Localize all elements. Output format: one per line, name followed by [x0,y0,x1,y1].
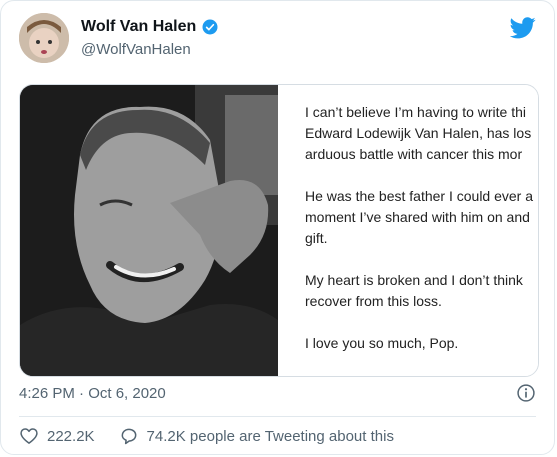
note-line: gift. [305,230,328,246]
avatar[interactable] [19,13,69,63]
note-image: I can’t believe I’m having to write thi … [278,85,538,376]
reply-button[interactable]: 74.2K people are Tweeting about this [119,426,394,446]
note-line: I can’t believe I’m having to write thi [305,104,526,120]
tweet-card: Wolf Van Halen @WolfVanHalen I can’t bel… [0,0,555,455]
verified-badge-icon [202,19,218,35]
media-attachment[interactable]: I can’t believe I’m having to write thi … [19,84,539,377]
note-line: arduous battle with cancer this mor [305,146,523,162]
tweet-timestamp[interactable]: 4:26 PM · Oct 6, 2020 [19,385,166,402]
note-line: I love you so much, Pop. [305,335,459,351]
photo[interactable] [20,85,278,376]
like-count: 222.2K [47,427,95,445]
info-icon[interactable] [516,383,536,403]
note-line: Edward Lodewijk Van Halen, has los [305,125,532,141]
divider [19,416,536,417]
note-line: moment I’ve shared with him on and [305,209,530,225]
speech-bubble-icon [121,428,136,445]
note-line: recover from this loss. [305,293,442,309]
twitter-bird-icon[interactable] [510,17,536,39]
author-handle[interactable]: @WolfVanHalen [81,41,191,58]
reply-text: 74.2K people are Tweeting about this [146,427,394,445]
action-bar: 222.2K 74.2K people are Tweeting about t… [19,426,418,446]
author-name[interactable]: Wolf Van Halen [81,18,219,36]
like-button[interactable]: 222.2K [19,426,95,446]
note-line: My heart is broken and I don’t think [305,272,523,288]
author-name-text: Wolf Van Halen [81,18,197,35]
note-line: He was the best father I could ever a [305,188,534,204]
heart-icon [20,428,38,444]
